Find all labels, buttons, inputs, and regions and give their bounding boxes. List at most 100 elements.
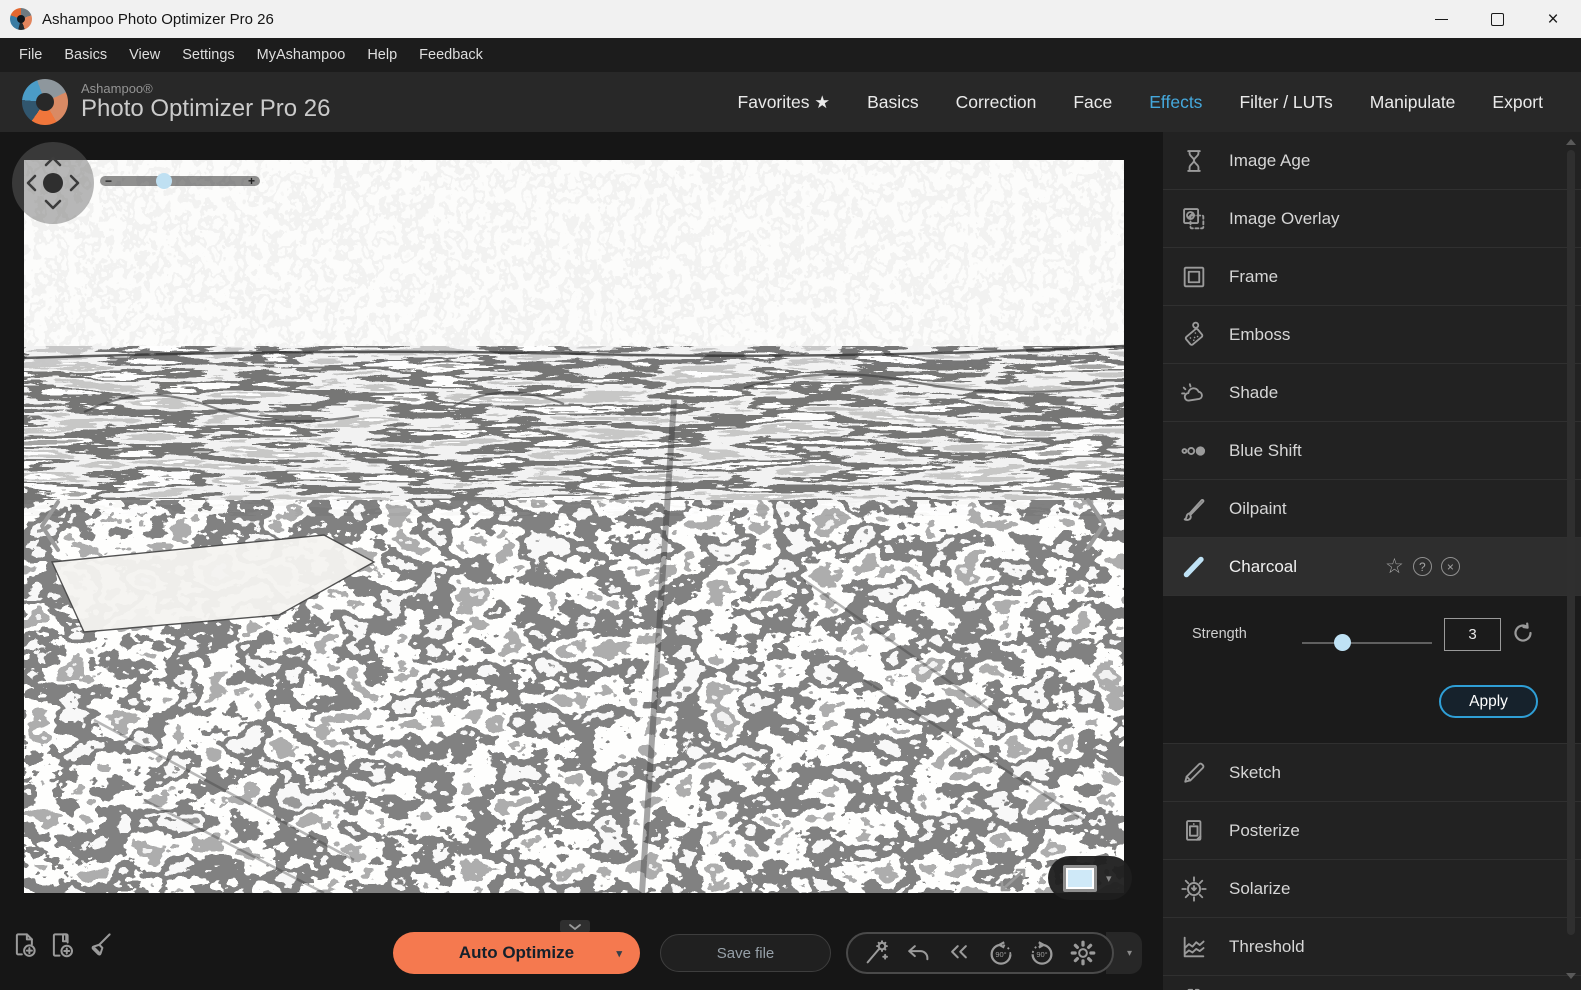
window-title: Ashampoo Photo Optimizer Pro 26 — [42, 11, 274, 28]
title-bar: Ashampoo Photo Optimizer Pro 26 × — [0, 0, 1581, 38]
next-image-button[interactable] — [1082, 496, 1110, 552]
save-file-button[interactable]: Save file — [660, 934, 831, 972]
app-window: Ashampoo Photo Optimizer Pro 26 × File B… — [0, 0, 1581, 990]
chart-icon — [1180, 933, 1208, 961]
pan-control[interactable] — [12, 142, 94, 224]
tab-face[interactable]: Face — [1073, 92, 1112, 113]
compare-view-control[interactable]: ▾ — [1048, 856, 1132, 900]
effect-label: Posterize — [1229, 821, 1300, 841]
effect-label: Threshold — [1229, 937, 1305, 957]
fullscreen-button[interactable] — [996, 864, 1030, 896]
zoom-thumb[interactable] — [156, 173, 172, 189]
minimize-button[interactable] — [1413, 0, 1469, 38]
chevron-left-icon — [42, 502, 58, 550]
auto-fix-wand-button[interactable] — [862, 938, 892, 968]
scrollbar-down-icon[interactable] — [1566, 973, 1576, 979]
effect-item-frame[interactable]: Frame — [1163, 247, 1581, 305]
strength-slider-thumb[interactable] — [1334, 634, 1351, 651]
zoom-slider[interactable]: − + — [100, 172, 260, 190]
effect-item-partial[interactable] — [1163, 975, 1581, 990]
scrollbar-thumb[interactable] — [1567, 150, 1575, 935]
partial-effect-icon — [1180, 985, 1208, 990]
strength-slider-track[interactable] — [1302, 642, 1432, 644]
image-overlay-icon — [1180, 205, 1208, 233]
auto-optimize-button[interactable]: Auto Optimize ▾ — [393, 932, 640, 974]
brand-block: Ashampoo® Photo Optimizer Pro 26 — [81, 82, 330, 123]
paintbrush-icon — [1180, 495, 1208, 523]
effect-label: Sketch — [1229, 763, 1281, 783]
chevron-right-icon — [1088, 500, 1104, 548]
effect-label: Image Age — [1229, 151, 1310, 171]
view-mode-icon[interactable] — [1063, 865, 1097, 892]
previous-image-button[interactable] — [36, 498, 64, 554]
zoom-in-icon[interactable]: + — [248, 175, 255, 187]
add-file-version-button[interactable] — [47, 930, 77, 960]
effect-item-image-age[interactable]: Image Age — [1163, 132, 1581, 189]
menu-view[interactable]: View — [118, 41, 171, 69]
menu-feedback[interactable]: Feedback — [408, 41, 494, 69]
menu-settings[interactable]: Settings — [171, 41, 245, 69]
frame-icon — [1180, 263, 1208, 291]
add-file-button[interactable] — [10, 930, 40, 960]
effect-item-posterize[interactable]: Posterize — [1163, 801, 1581, 859]
chevron-down-icon — [570, 925, 580, 929]
view-mode-dropdown-icon[interactable]: ▾ — [1106, 872, 1112, 885]
scrollbar-up-icon[interactable] — [1566, 139, 1576, 145]
tools-dropdown-icon: ▾ — [1127, 948, 1132, 959]
header: Ashampoo® Photo Optimizer Pro 26 Favorit… — [0, 72, 1581, 132]
zoom-track[interactable]: − + — [100, 176, 260, 186]
menu-myashampoo[interactable]: MyAshampoo — [246, 41, 357, 69]
menu-help[interactable]: Help — [356, 41, 408, 69]
effect-item-shade[interactable]: Shade — [1163, 363, 1581, 421]
strength-reset-button[interactable] — [1511, 621, 1535, 645]
rotate-left-button[interactable]: 90° — [986, 938, 1016, 968]
auto-optimize-dropdown-icon[interactable]: ▾ — [616, 947, 622, 960]
tab-export[interactable]: Export — [1492, 92, 1543, 113]
effect-label: Frame — [1229, 267, 1278, 287]
effect-item-blue-shift[interactable]: Blue Shift — [1163, 421, 1581, 479]
effect-item-oilpaint[interactable]: Oilpaint — [1163, 479, 1581, 537]
rotate-right-button[interactable]: 90° — [1027, 938, 1057, 968]
effect-item-solarize[interactable]: Solarize — [1163, 859, 1581, 917]
help-icon[interactable]: ? — [1413, 557, 1432, 576]
strength-value-input[interactable]: 3 — [1444, 618, 1501, 651]
effect-item-sketch[interactable]: Sketch — [1163, 743, 1581, 801]
remove-effect-icon[interactable]: × — [1441, 557, 1460, 576]
maximize-button[interactable] — [1469, 0, 1525, 38]
sun-badge-icon — [1180, 875, 1208, 903]
effect-label: Blue Shift — [1229, 441, 1302, 461]
undo-all-button[interactable] — [944, 938, 974, 968]
favorite-star-icon[interactable]: ☆ — [1385, 554, 1404, 579]
menu-bar: File Basics View Settings MyAshampoo Hel… — [0, 38, 1581, 72]
effect-item-image-overlay[interactable]: Image Overlay — [1163, 189, 1581, 247]
zoom-out-icon[interactable]: − — [105, 175, 112, 187]
tab-favorites[interactable]: Favorites ★ — [738, 92, 831, 113]
effect-item-threshold[interactable]: Threshold — [1163, 917, 1581, 975]
tab-basics[interactable]: Basics — [867, 92, 919, 113]
tab-filter-luts[interactable]: Filter / LUTs — [1239, 92, 1332, 113]
ashampoo-swirl-logo-icon — [22, 79, 68, 125]
effect-item-emboss[interactable]: Emboss — [1163, 305, 1581, 363]
charcoal-stick-icon — [1180, 553, 1208, 581]
tools-toolbar: 90° 90° — [846, 932, 1114, 974]
effect-item-charcoal[interactable]: Charcoal ☆ ? × — [1163, 537, 1581, 595]
tab-manipulate[interactable]: Manipulate — [1370, 92, 1456, 113]
cloud-icon — [1180, 379, 1208, 407]
file-actions — [10, 930, 114, 960]
menu-file[interactable]: File — [8, 41, 53, 69]
close-button[interactable]: × — [1525, 0, 1581, 38]
circles-icon — [1180, 437, 1208, 465]
charcoal-settings-panel: Strength 3 Apply — [1163, 595, 1581, 743]
tab-correction[interactable]: Correction — [956, 92, 1037, 113]
expand-icon — [996, 864, 1030, 896]
effect-label: Charcoal — [1229, 557, 1297, 577]
pencil-icon — [1180, 759, 1208, 787]
brand-product: Photo Optimizer Pro 26 — [81, 96, 330, 122]
tab-effects[interactable]: Effects — [1149, 92, 1202, 113]
cleanup-broom-button[interactable] — [84, 930, 114, 960]
effect-label: Image Overlay — [1229, 209, 1340, 229]
undo-button[interactable] — [903, 938, 933, 968]
apply-button[interactable]: Apply — [1439, 685, 1538, 718]
settings-gear-button[interactable] — [1068, 938, 1098, 968]
menu-basics[interactable]: Basics — [53, 41, 118, 69]
